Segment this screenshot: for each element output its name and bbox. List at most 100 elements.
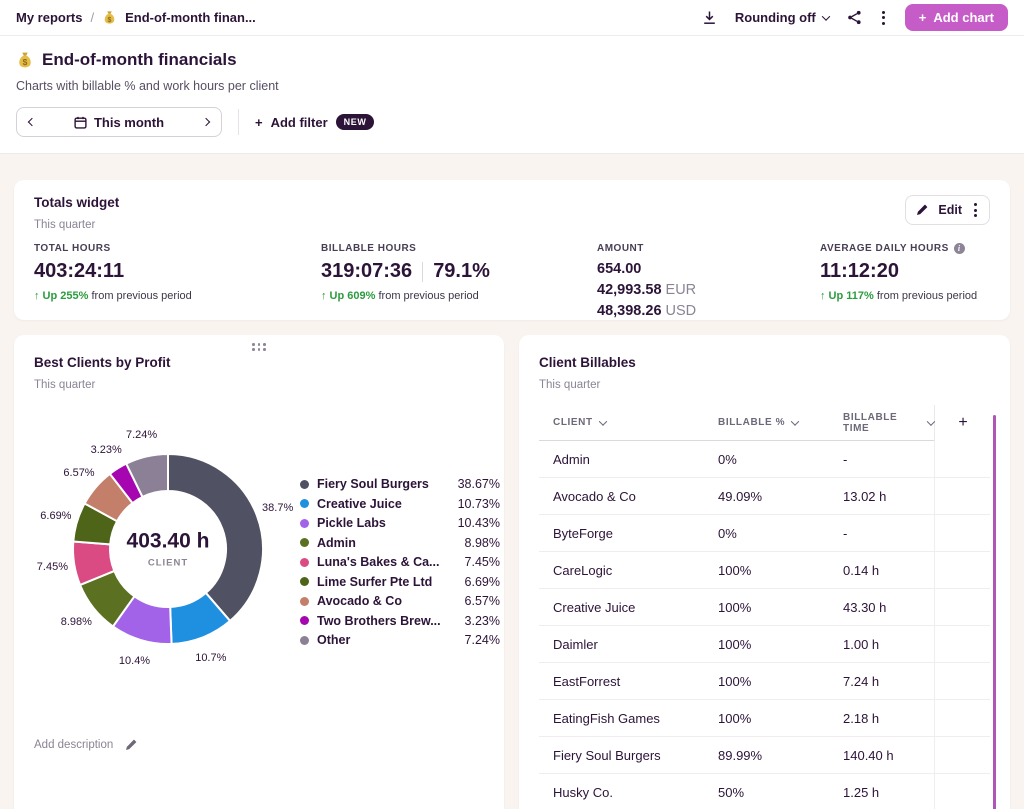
totals-widget: Totals widget This quarter Edit TOTAL HO…: [14, 180, 1010, 320]
billables-table: CLIENT BILLABLE % BILLABLE TIME +: [539, 405, 990, 809]
table-row[interactable]: Fiery Soul Burgers 89.99% 140.40 h: [539, 737, 990, 774]
breadcrumb-current[interactable]: End-of-month finan...: [125, 10, 256, 25]
metric-total-hours: TOTAL HOURS 403:24:11 ↑ Up 255% from pre…: [34, 243, 321, 322]
legend-color-dot: [300, 558, 309, 567]
drag-handle-icon[interactable]: [252, 343, 266, 351]
metric-value: 403:24:11: [34, 260, 321, 283]
chevron-down-icon: [821, 12, 829, 20]
table-row[interactable]: ByteForge 0% -: [539, 515, 990, 552]
rounding-dropdown[interactable]: Rounding off: [735, 10, 829, 25]
cell-billable-time: 1.25 h: [829, 785, 934, 800]
totals-title: Totals widget: [34, 195, 119, 210]
info-icon[interactable]: i: [954, 243, 965, 254]
report-header: $ End-of-month financials Charts with bi…: [0, 36, 1024, 154]
page-title: $ End-of-month financials: [16, 50, 1008, 70]
table-row[interactable]: Creative Juice 100% 43.30 h: [539, 589, 990, 626]
add-chart-label: Add chart: [933, 10, 994, 25]
table-row[interactable]: Husky Co. 50% 1.25 h: [539, 774, 990, 809]
metric-label: AVERAGE DAILY HOURS: [820, 243, 949, 254]
table-row[interactable]: EastForrest 100% 7.24 h: [539, 663, 990, 700]
sort-chevron-icon: [598, 417, 606, 425]
legend-value: 6.69%: [465, 575, 500, 589]
cell-billable-pct: 100%: [704, 674, 829, 689]
totals-edit-button[interactable]: Edit: [905, 195, 990, 225]
amount-line: 48,398.26 USD: [597, 301, 820, 322]
legend-item[interactable]: Fiery Soul Burgers 38.67%: [300, 477, 500, 491]
table-scrollbar[interactable]: [993, 415, 996, 809]
cell-extra: [934, 589, 991, 625]
breadcrumb-separator: /: [90, 10, 94, 25]
add-filter-button[interactable]: + Add filter NEW: [255, 114, 374, 130]
amount-lines: 654.00 42,993.58 EUR 48,398.26 USD: [597, 259, 820, 322]
legend-item[interactable]: Luna's Bakes & Ca... 7.45%: [300, 555, 500, 569]
metric-average-daily: AVERAGE DAILY HOURS i 11:12:20 ↑ Up 117%…: [820, 243, 986, 322]
pencil-icon: [916, 204, 928, 216]
table-row[interactable]: Admin 0% -: [539, 441, 990, 478]
add-column-button[interactable]: +: [934, 405, 991, 441]
svg-text:$: $: [23, 57, 28, 67]
report-subtitle: Charts with billable % and work hours pe…: [16, 79, 1008, 93]
money-bag-icon: $: [16, 51, 34, 69]
column-header-billable-time[interactable]: BILLABLE TIME: [829, 405, 934, 441]
chevron-left-icon[interactable]: [28, 118, 36, 126]
amount-value: 42,993.58: [597, 282, 662, 298]
donut-center-value: 403.40 h: [127, 530, 210, 554]
legend-item[interactable]: Other 7.24%: [300, 633, 500, 647]
add-chart-button[interactable]: + Add chart: [905, 4, 1008, 31]
legend-color-dot: [300, 597, 309, 606]
chevron-right-icon[interactable]: [202, 118, 210, 126]
plus-icon: +: [919, 10, 927, 25]
amount-line: 42,993.58 EUR: [597, 280, 820, 301]
column-header-billable-pct[interactable]: BILLABLE %: [704, 405, 829, 441]
legend-color-dot: [300, 538, 309, 547]
cell-billable-pct: 100%: [704, 600, 829, 615]
share-icon[interactable]: [847, 10, 862, 25]
cell-billable-time: -: [829, 526, 934, 541]
breadcrumb-root[interactable]: My reports: [16, 10, 82, 25]
column-header-client[interactable]: CLIENT: [539, 405, 704, 441]
legend-color-dot: [300, 577, 309, 586]
cell-billable-time: 43.30 h: [829, 600, 934, 615]
divider: [422, 262, 423, 282]
cell-client: Husky Co.: [539, 785, 704, 800]
donut-slice-label: 3.23%: [91, 444, 122, 456]
donut-slice-label: 6.69%: [40, 510, 71, 522]
cell-billable-time: 0.14 h: [829, 563, 934, 578]
cell-billable-time: -: [829, 452, 934, 467]
delta-up: ↑ Up 609%: [321, 290, 375, 302]
table-row[interactable]: CareLogic 100% 0.14 h: [539, 552, 990, 589]
legend-item[interactable]: Pickle Labs 10.43%: [300, 516, 500, 530]
download-icon[interactable]: [702, 10, 717, 25]
rounding-label: Rounding off: [735, 10, 816, 25]
cell-billable-pct: 49.09%: [704, 489, 829, 504]
metric-value: 11:12:20: [820, 260, 986, 283]
date-range-button[interactable]: This month: [74, 115, 164, 130]
donut-slice-label: 7.24%: [126, 429, 157, 441]
totals-kebab-icon[interactable]: [972, 201, 979, 219]
legend-label: Avocado & Co: [317, 594, 457, 608]
legend-label: Other: [317, 633, 457, 647]
table-row[interactable]: Avocado & Co 49.09% 13.02 h: [539, 478, 990, 515]
legend-item[interactable]: Avocado & Co 6.57%: [300, 594, 500, 608]
money-bag-icon: $: [102, 10, 117, 25]
new-badge: NEW: [336, 114, 375, 130]
table-row[interactable]: Daimler 100% 1.00 h: [539, 626, 990, 663]
edit-label: Edit: [938, 203, 962, 217]
cell-client: Avocado & Co: [539, 489, 704, 504]
breadcrumb: My reports / $ End-of-month finan...: [16, 10, 256, 25]
legend-value: 10.43%: [458, 516, 500, 530]
donut-card-period: This quarter: [34, 379, 484, 391]
legend-item[interactable]: Creative Juice 10.73%: [300, 497, 500, 511]
delta-up: ↑ Up 117%: [820, 290, 874, 302]
add-description-button[interactable]: Add description: [34, 739, 137, 751]
cell-client: ByteForge: [539, 526, 704, 541]
date-range-label: This month: [94, 115, 164, 130]
cell-client: Fiery Soul Burgers: [539, 748, 704, 763]
legend-item[interactable]: Lime Surfer Pte Ltd 6.69%: [300, 575, 500, 589]
legend-item[interactable]: Admin 8.98%: [300, 536, 500, 550]
legend-item[interactable]: Two Brothers Brew... 3.23%: [300, 614, 500, 628]
totals-period: This quarter: [34, 219, 119, 231]
kebab-menu-icon[interactable]: [880, 9, 887, 27]
table-row[interactable]: EatingFish Games 100% 2.18 h: [539, 700, 990, 737]
table-card-period: This quarter: [539, 379, 990, 391]
